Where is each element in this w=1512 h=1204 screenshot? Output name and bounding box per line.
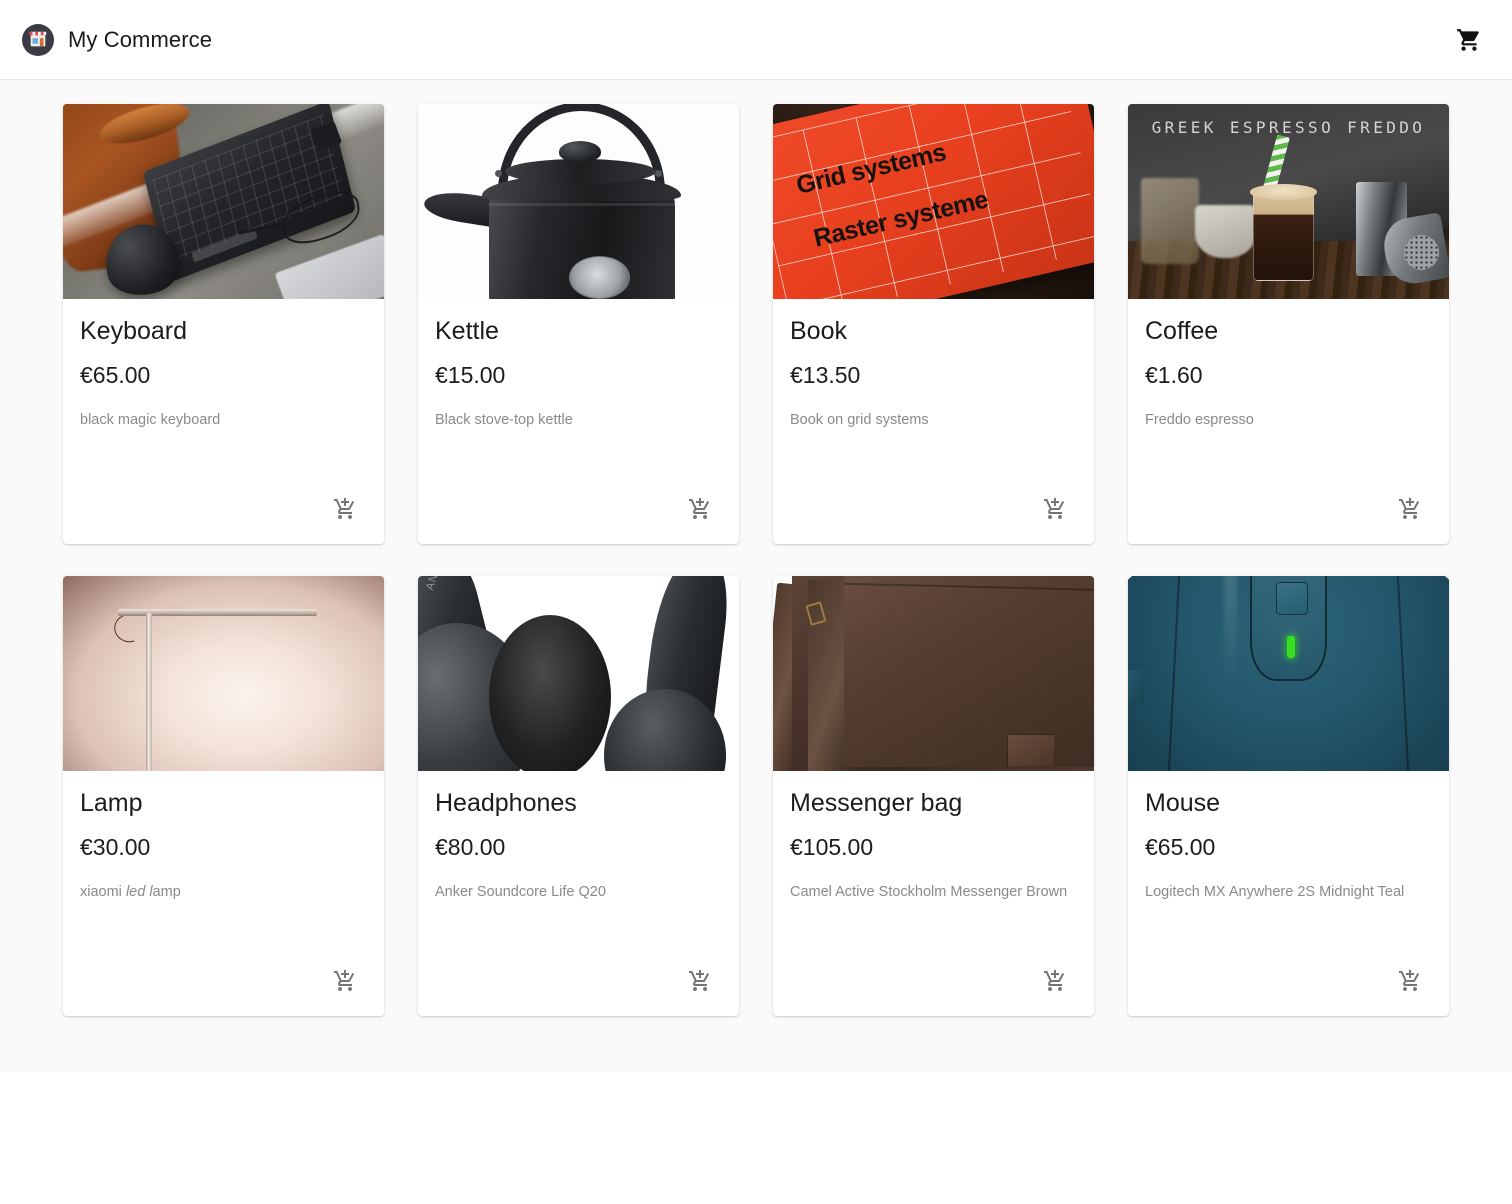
card-actions — [63, 446, 384, 544]
product-description: Logitech MX Anywhere 2S Midnight Teal — [1145, 884, 1405, 901]
page-title: My Commerce — [68, 26, 213, 52]
product-card-headphones[interactable]: ANKER Headphones €80.00 Anker Soundcore … — [418, 576, 739, 1016]
product-image-headphones: ANKER — [418, 576, 739, 771]
product-card-book[interactable]: Grid systems Raster systeme Book €13.50 … — [773, 104, 1094, 544]
product-price: €1.60 — [1145, 361, 1203, 388]
product-description: Book on grid systems — [790, 412, 929, 429]
product-card-lamp[interactable]: Lamp €30.00 xiaomi led lamp — [63, 576, 384, 1016]
add-to-cart-button[interactable] — [328, 492, 362, 526]
product-name: Lamp — [80, 789, 143, 817]
product-description: Camel Active Stockholm Messenger Brown — [790, 884, 1068, 901]
product-card-coffee[interactable]: GREEK ESPRESSO FREDDO Coffee €1.60 Fredd… — [1128, 104, 1449, 544]
product-card-kettle[interactable]: Kettle €15.00 Black stove-top kettle — [418, 104, 739, 544]
coffee-image-caption: GREEK ESPRESSO FREDDO — [1151, 117, 1426, 137]
product-price: €80.00 — [435, 833, 506, 860]
add-shopping-cart-icon — [334, 970, 355, 991]
add-shopping-cart-icon — [689, 498, 710, 519]
product-name: Coffee — [1145, 317, 1219, 345]
product-name: Keyboard — [80, 317, 188, 345]
add-to-cart-button[interactable] — [683, 492, 717, 526]
product-name: Headphones — [435, 789, 577, 817]
product-card-keyboard[interactable]: Keyboard €65.00 black magic keyboard — [63, 104, 384, 544]
description-suffix: amp — [152, 884, 181, 901]
description-prefix: xiaomi — [80, 884, 126, 901]
product-name: Messenger bag — [790, 789, 963, 817]
product-image-kettle — [418, 104, 739, 299]
product-price: €15.00 — [435, 361, 506, 388]
add-shopping-cart-icon — [1399, 498, 1420, 519]
product-image-coffee: GREEK ESPRESSO FREDDO — [1128, 104, 1449, 299]
product-price: €105.00 — [790, 833, 874, 860]
product-card-messenger-bag[interactable]: Messenger bag €105.00 Camel Active Stock… — [773, 576, 1094, 1016]
product-description: black magic keyboard — [80, 412, 221, 429]
app-header: My Commerce — [0, 0, 1512, 80]
product-image-messenger-bag — [773, 576, 1094, 771]
product-price: €65.00 — [1145, 833, 1216, 860]
card-actions — [1128, 446, 1449, 544]
card-body: Book €13.50 Book on grid systems — [773, 299, 1094, 446]
product-price: €13.50 — [790, 361, 861, 388]
brand[interactable]: My Commerce — [22, 23, 213, 56]
product-name: Book — [790, 317, 847, 345]
add-shopping-cart-icon — [334, 498, 355, 519]
shopping-cart-icon — [1457, 28, 1479, 51]
product-image-book: Grid systems Raster systeme — [773, 104, 1094, 299]
card-actions — [773, 918, 1094, 1016]
card-actions — [773, 446, 1094, 544]
add-shopping-cart-icon — [1399, 970, 1420, 991]
card-body: Keyboard €65.00 black magic keyboard — [63, 299, 384, 446]
add-shopping-cart-icon — [1044, 970, 1065, 991]
add-to-cart-button[interactable] — [1393, 492, 1427, 526]
add-to-cart-button[interactable] — [328, 964, 362, 998]
storefront-icon — [22, 23, 54, 56]
card-actions — [418, 918, 739, 1016]
add-to-cart-button[interactable] — [1038, 964, 1072, 998]
product-description: Black stove-top kettle — [435, 412, 573, 429]
add-shopping-cart-icon — [1044, 498, 1065, 519]
card-actions — [1128, 918, 1449, 1016]
product-image-lamp — [63, 576, 384, 771]
card-body: Headphones €80.00 Anker Soundcore Life Q… — [418, 771, 739, 918]
card-body: Lamp €30.00 xiaomi led lamp — [63, 771, 384, 918]
product-grid: Keyboard €65.00 black magic keyboard Ket… — [31, 104, 1481, 1016]
add-shopping-cart-icon — [689, 970, 710, 991]
product-price: €30.00 — [80, 833, 151, 860]
add-to-cart-button[interactable] — [683, 964, 717, 998]
description-italic: led l — [125, 884, 153, 901]
product-name: Mouse — [1145, 789, 1221, 817]
product-price: €65.00 — [80, 361, 151, 388]
product-description: xiaomi led lamp — [80, 882, 367, 904]
card-actions — [63, 918, 384, 1016]
card-body: Messenger bag €105.00 Camel Active Stock… — [773, 771, 1094, 918]
products-content: Keyboard €65.00 black magic keyboard Ket… — [0, 80, 1512, 1072]
add-to-cart-button[interactable] — [1393, 964, 1427, 998]
page-root: My Commerce Keyboard €65.00 black magic … — [0, 0, 1512, 1204]
shopping-cart-button[interactable] — [1452, 23, 1486, 57]
product-image-keyboard — [63, 104, 384, 299]
card-actions — [418, 446, 739, 544]
product-card-mouse[interactable]: Mouse €65.00 Logitech MX Anywhere 2S Mid… — [1128, 576, 1449, 1016]
product-image-mouse — [1128, 576, 1449, 771]
product-name: Kettle — [435, 317, 499, 345]
add-to-cart-button[interactable] — [1038, 492, 1072, 526]
card-body: Kettle €15.00 Black stove-top kettle — [418, 299, 739, 446]
product-description: Freddo espresso — [1145, 412, 1254, 429]
product-description: Anker Soundcore Life Q20 — [435, 884, 606, 901]
card-body: Coffee €1.60 Freddo espresso — [1128, 299, 1449, 446]
card-body: Mouse €65.00 Logitech MX Anywhere 2S Mid… — [1128, 771, 1449, 918]
